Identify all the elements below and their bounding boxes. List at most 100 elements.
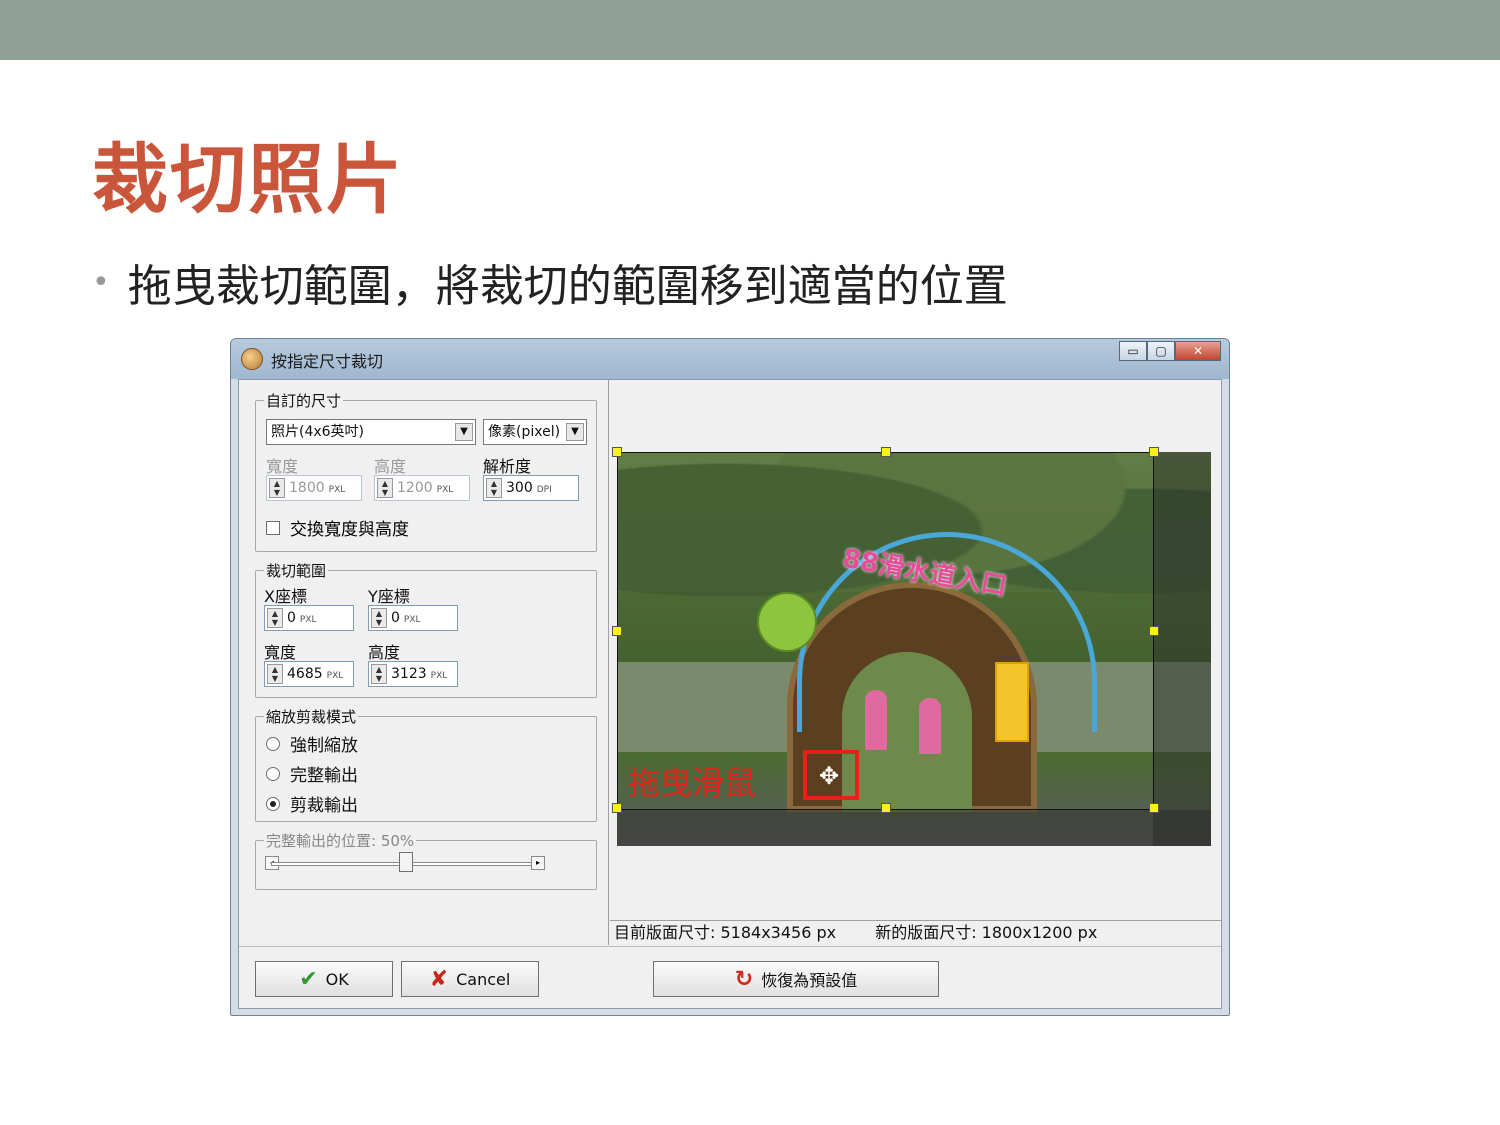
chevron-down-icon[interactable]: ▼ bbox=[455, 423, 473, 441]
output-position-legend: 完整輸出的位置: 50% bbox=[264, 830, 417, 851]
radio-label: 強制縮放 bbox=[290, 736, 358, 756]
window-controls: ▭ ▢ ✕ bbox=[1119, 341, 1221, 361]
y-stepper[interactable]: ▲ ▼ 0 PXL bbox=[368, 605, 458, 631]
bullet-dot: • bbox=[92, 264, 110, 300]
button-bar: ✔ OK ✘ Cancel ↻ 恢復為預設值 bbox=[239, 946, 1221, 1008]
unit-select[interactable]: 像素(pixel) ▼ bbox=[483, 419, 587, 445]
reset-label: 恢復為預設值 bbox=[761, 971, 858, 990]
minimize-button[interactable]: ▭ bbox=[1119, 341, 1147, 361]
crop-width-stepper[interactable]: ▲ ▼ 4685 PXL bbox=[264, 661, 354, 687]
ok-label: OK bbox=[325, 969, 349, 989]
spinner-arrows-icon[interactable]: ▲ ▼ bbox=[486, 478, 502, 498]
spinner-arrows-icon[interactable]: ▲ ▼ bbox=[371, 608, 387, 628]
radio-label: 剪裁輸出 bbox=[290, 796, 358, 816]
height-unit: PXL bbox=[436, 485, 454, 495]
maximize-button[interactable]: ▢ bbox=[1147, 341, 1175, 361]
current-size-status: 目前版面尺寸: 5184x3456 px bbox=[614, 923, 837, 942]
radio-label: 完整輸出 bbox=[290, 766, 358, 786]
dialog-client: 自訂的尺寸 照片(4x6英吋) ▼ 像素(pixel) ▼ 寬度 高度 解析度 … bbox=[238, 379, 1222, 1009]
spinner-arrows-icon[interactable]: ▲ ▼ bbox=[267, 608, 283, 628]
bullet-text: 拖曳裁切範圍，將裁切的範圍移到適當的位置 bbox=[127, 261, 1008, 312]
spinner-arrows-icon[interactable]: ▲ ▼ bbox=[377, 478, 393, 498]
crop-frame[interactable] bbox=[612, 447, 1159, 813]
radio-button[interactable] bbox=[266, 736, 280, 751]
ok-button[interactable]: ✔ OK bbox=[255, 961, 393, 997]
x-stepper[interactable]: ▲ ▼ 0 PXL bbox=[264, 605, 354, 631]
width-label: 寬度 bbox=[266, 457, 299, 476]
app-icon bbox=[241, 348, 263, 370]
status-bar: 目前版面尺寸: 5184x3456 px 新的版面尺寸: 1800x1200 p… bbox=[610, 920, 1221, 946]
crop-width-label: 寬度 bbox=[264, 643, 297, 662]
dpi-label: 解析度 bbox=[483, 457, 532, 476]
x-icon: ✘ bbox=[429, 966, 449, 992]
y-value: 0 bbox=[391, 610, 400, 626]
crop-height-stepper[interactable]: ▲ ▼ 3123 PXL bbox=[368, 661, 458, 687]
crop-range-legend: 裁切範圍 bbox=[264, 560, 329, 581]
preset-size-select[interactable]: 照片(4x6英吋) ▼ bbox=[266, 419, 476, 445]
custom-size-group: 自訂的尺寸 照片(4x6英吋) ▼ 像素(pixel) ▼ 寬度 高度 解析度 … bbox=[255, 390, 597, 552]
slider-thumb[interactable] bbox=[399, 852, 413, 872]
cancel-button[interactable]: ✘ Cancel bbox=[401, 961, 539, 997]
bullet-item: • 拖曳裁切範圍，將裁切的範圍移到適當的位置 bbox=[92, 250, 1008, 314]
crop-width-unit: PXL bbox=[326, 671, 344, 681]
crop-handle-bottom[interactable] bbox=[881, 803, 891, 813]
crop-handle-left[interactable] bbox=[612, 626, 622, 636]
crop-handle-top[interactable] bbox=[881, 447, 891, 457]
chevron-down-icon[interactable]: ▼ bbox=[566, 423, 584, 441]
radio-button-selected[interactable] bbox=[266, 796, 280, 811]
radio-full-output[interactable]: 完整輸出 bbox=[266, 761, 358, 786]
dpi-unit: DPI bbox=[536, 485, 552, 495]
move-icon: ✥ bbox=[819, 762, 840, 790]
outside-crop-shade bbox=[617, 810, 1211, 846]
refresh-icon: ↻ bbox=[734, 966, 754, 992]
crop-handle-top-right[interactable] bbox=[1149, 447, 1159, 457]
crop-handle-bottom-right[interactable] bbox=[1149, 803, 1159, 813]
crop-height-label: 高度 bbox=[368, 643, 401, 662]
swap-checkbox[interactable]: 交換寬度與高度 bbox=[266, 515, 409, 540]
preset-size-value: 照片(4x6英吋) bbox=[271, 424, 365, 440]
width-value: 1800 bbox=[289, 480, 325, 496]
dpi-stepper[interactable]: ▲ ▼ 300 DPI bbox=[483, 475, 579, 501]
y-unit: PXL bbox=[403, 615, 421, 625]
slide-title: 裁切照片 bbox=[92, 135, 404, 224]
close-button[interactable]: ✕ bbox=[1175, 341, 1221, 361]
scale-mode-legend: 縮放剪裁模式 bbox=[264, 706, 359, 727]
radio-force-scale[interactable]: 強制縮放 bbox=[266, 731, 358, 756]
width-unit: PXL bbox=[328, 485, 346, 495]
outside-crop-shade bbox=[1153, 452, 1211, 846]
new-size-status: 新的版面尺寸: 1800x1200 px bbox=[875, 923, 1098, 942]
custom-size-legend: 自訂的尺寸 bbox=[264, 390, 344, 411]
spinner-arrows-icon[interactable]: ▲ ▼ bbox=[267, 664, 283, 684]
swap-label: 交換寬度與高度 bbox=[290, 520, 409, 540]
height-label: 高度 bbox=[374, 457, 407, 476]
preview-area[interactable]: 88滑水道入口 拖曳滑鼠 ✥ bbox=[610, 380, 1221, 920]
reset-default-button[interactable]: ↻ 恢復為預設值 bbox=[653, 961, 939, 997]
cancel-label: Cancel bbox=[456, 969, 511, 989]
x-value: 0 bbox=[287, 610, 296, 626]
spinner-arrows-icon[interactable]: ▲ ▼ bbox=[269, 478, 285, 498]
scale-mode-group: 縮放剪裁模式 強制縮放 完整輸出 剪裁輸出 bbox=[255, 706, 597, 822]
crop-height-unit: PXL bbox=[430, 671, 448, 681]
x-unit: PXL bbox=[299, 615, 317, 625]
checkmark-icon: ✔ bbox=[299, 966, 318, 992]
slider-right-arrow-icon[interactable]: ▸ bbox=[531, 856, 545, 870]
y-label: Y座標 bbox=[368, 587, 410, 606]
radio-crop-output[interactable]: 剪裁輸出 bbox=[266, 791, 358, 816]
width-stepper[interactable]: ▲ ▼ 1800 PXL bbox=[266, 475, 362, 501]
crop-handle-top-left[interactable] bbox=[612, 447, 622, 457]
drag-annotation: 拖曳滑鼠 bbox=[628, 764, 757, 802]
checkbox-box[interactable] bbox=[266, 520, 280, 535]
spinner-arrows-icon[interactable]: ▲ ▼ bbox=[371, 664, 387, 684]
crop-handle-bottom-left[interactable] bbox=[612, 803, 622, 813]
title-bar[interactable]: 按指定尺寸裁切 ▭ ▢ ✕ bbox=[231, 339, 1229, 379]
crop-width-value: 4685 bbox=[287, 666, 323, 682]
crop-dialog-window: 按指定尺寸裁切 ▭ ▢ ✕ 自訂的尺寸 照片(4x6英吋) ▼ 像素(pixel… bbox=[230, 338, 1230, 1016]
crop-handle-right[interactable] bbox=[1149, 626, 1159, 636]
unit-value: 像素(pixel) bbox=[488, 424, 561, 440]
height-value: 1200 bbox=[397, 480, 433, 496]
settings-panel: 自訂的尺寸 照片(4x6英吋) ▼ 像素(pixel) ▼ 寬度 高度 解析度 … bbox=[239, 380, 609, 945]
dpi-value: 300 bbox=[506, 480, 533, 496]
radio-button[interactable] bbox=[266, 766, 280, 781]
crop-range-group: 裁切範圍 X座標 Y座標 ▲ ▼ 0 PXL ▲ ▼ 0 PXL 寬度 高度 ▲ ▼ 46… bbox=[255, 560, 597, 698]
height-stepper[interactable]: ▲ ▼ 1200 PXL bbox=[374, 475, 470, 501]
